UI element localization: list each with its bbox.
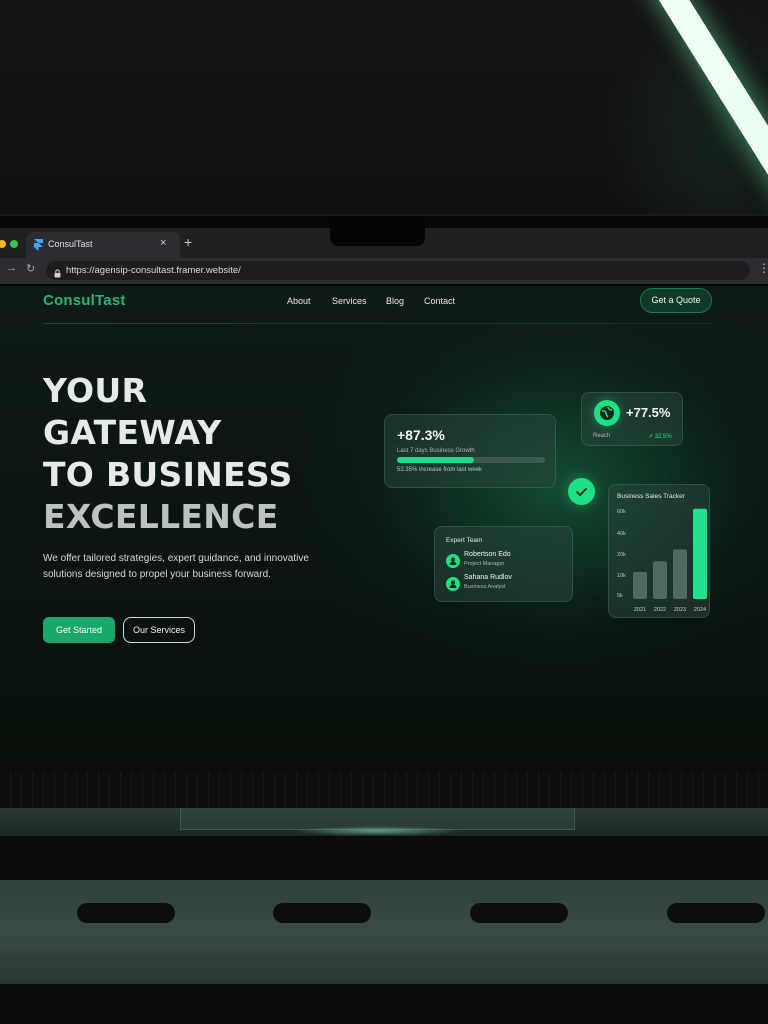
team-member: Sahana Rudlov Business Analyst bbox=[446, 574, 566, 592]
hero-title-line-4: EXCELLENCE bbox=[43, 497, 279, 536]
x-tick-label: 2022 bbox=[654, 607, 666, 613]
hero-title-line-1: YOUR bbox=[43, 371, 148, 410]
window-maximize-dot[interactable] bbox=[10, 240, 18, 248]
hinge-glow bbox=[292, 826, 462, 836]
get-started-button[interactable]: Get Started bbox=[43, 617, 115, 643]
laptop-keyboard bbox=[0, 772, 768, 810]
site-logo[interactable]: ConsulTast bbox=[43, 292, 126, 309]
y-tick-label: 10k bbox=[617, 573, 626, 579]
nav-contact[interactable]: Contact bbox=[424, 296, 455, 306]
member-name: Sahana Rudlov bbox=[464, 574, 512, 581]
member-role: Business Analyst bbox=[464, 584, 506, 590]
growth-card: +87.3% Last 7 days Business Growth 52.35… bbox=[384, 414, 556, 488]
member-role: Project Manager bbox=[464, 561, 505, 567]
lock-icon bbox=[54, 265, 61, 278]
nav-blog[interactable]: Blog bbox=[386, 296, 404, 306]
nav-services[interactable]: Services bbox=[332, 296, 367, 306]
sales-tracker-card: Business Sales Tracker 60k 40k 20k 10k 5k 202… bbox=[608, 484, 710, 618]
reach-card: +77.5% Reach ↗ 32.5% bbox=[581, 392, 683, 446]
reach-delta: ↗ 32.5% bbox=[648, 434, 672, 440]
bar-2021 bbox=[633, 571, 647, 599]
bar-2022 bbox=[653, 561, 667, 599]
team-member: Robertson Edo Project Manager bbox=[446, 551, 566, 569]
browser-toolbar: → ↻ https://agensip-consultast.framer.we… bbox=[0, 258, 768, 284]
x-tick-label: 2024 bbox=[694, 607, 706, 613]
check-icon bbox=[568, 478, 595, 505]
new-tab-icon[interactable]: + bbox=[184, 234, 192, 250]
framer-favicon-icon bbox=[34, 239, 44, 251]
team-title: Expert Team bbox=[446, 537, 483, 544]
x-tick-label: 2023 bbox=[674, 607, 686, 613]
laptop-screen: ConsulTast × + → ↻ https://agensip-consu… bbox=[0, 214, 768, 756]
bar-2023 bbox=[673, 549, 687, 599]
hero-title: YOUR GATEWAY TO BUSINESS EXCELLENCE bbox=[43, 370, 293, 538]
nav-about[interactable]: About bbox=[287, 296, 311, 306]
reach-label: Reach bbox=[593, 433, 611, 439]
reach-value: +77.5% bbox=[626, 405, 671, 420]
our-services-button[interactable]: Our Services bbox=[123, 617, 195, 643]
growth-progress-track bbox=[397, 457, 545, 463]
member-name: Robertson Edo bbox=[464, 551, 511, 558]
globe-icon bbox=[594, 400, 620, 426]
forward-icon[interactable]: → bbox=[6, 262, 17, 274]
browser-menu-icon[interactable]: ⋮ bbox=[758, 261, 768, 275]
laptop-foot bbox=[667, 903, 765, 923]
sales-chart: 60k 40k 20k 10k 5k 2021 2022 2023 2024 bbox=[617, 508, 707, 613]
growth-progress-fill bbox=[397, 457, 474, 463]
team-card: Expert Team Robertson Edo Project Manage… bbox=[434, 526, 573, 602]
growth-label: Last 7 days Business Growth bbox=[397, 448, 475, 454]
bar-2024 bbox=[693, 508, 707, 599]
laptop-foot bbox=[470, 903, 568, 923]
hero-title-line-3: TO BUSINESS bbox=[43, 455, 293, 494]
header-divider bbox=[43, 323, 713, 324]
y-tick-label: 40k bbox=[617, 531, 626, 537]
avatar bbox=[446, 554, 460, 568]
laptop-base bbox=[0, 880, 768, 984]
hero-title-line-2: GATEWAY bbox=[43, 413, 222, 452]
camera-notch bbox=[330, 216, 425, 246]
website: ConsulTast About Services Blog Contact G… bbox=[0, 286, 768, 756]
y-tick-label: 20k bbox=[617, 552, 626, 558]
y-tick-label: 5k bbox=[617, 593, 623, 599]
tab-close-icon[interactable]: × bbox=[160, 237, 166, 249]
address-bar[interactable]: https://agensip-consultast.framer.websit… bbox=[46, 261, 750, 280]
x-tick-label: 2021 bbox=[634, 607, 646, 613]
url-text: https://agensip-consultast.framer.websit… bbox=[66, 265, 241, 276]
get-quote-button[interactable]: Get a Quote bbox=[640, 288, 712, 313]
browser-tab[interactable]: ConsulTast × bbox=[26, 232, 180, 258]
laptop-foot bbox=[77, 903, 175, 923]
laptop-foot bbox=[273, 903, 371, 923]
hero-subtitle: We offer tailored strategies, expert gui… bbox=[43, 553, 309, 580]
reload-icon[interactable]: ↻ bbox=[26, 262, 35, 275]
tab-title: ConsulTast bbox=[48, 239, 93, 249]
y-tick-label: 60k bbox=[617, 509, 626, 515]
growth-note: 52.35% increase from last week bbox=[397, 467, 483, 473]
growth-value: +87.3% bbox=[397, 427, 445, 443]
avatar bbox=[446, 577, 460, 591]
